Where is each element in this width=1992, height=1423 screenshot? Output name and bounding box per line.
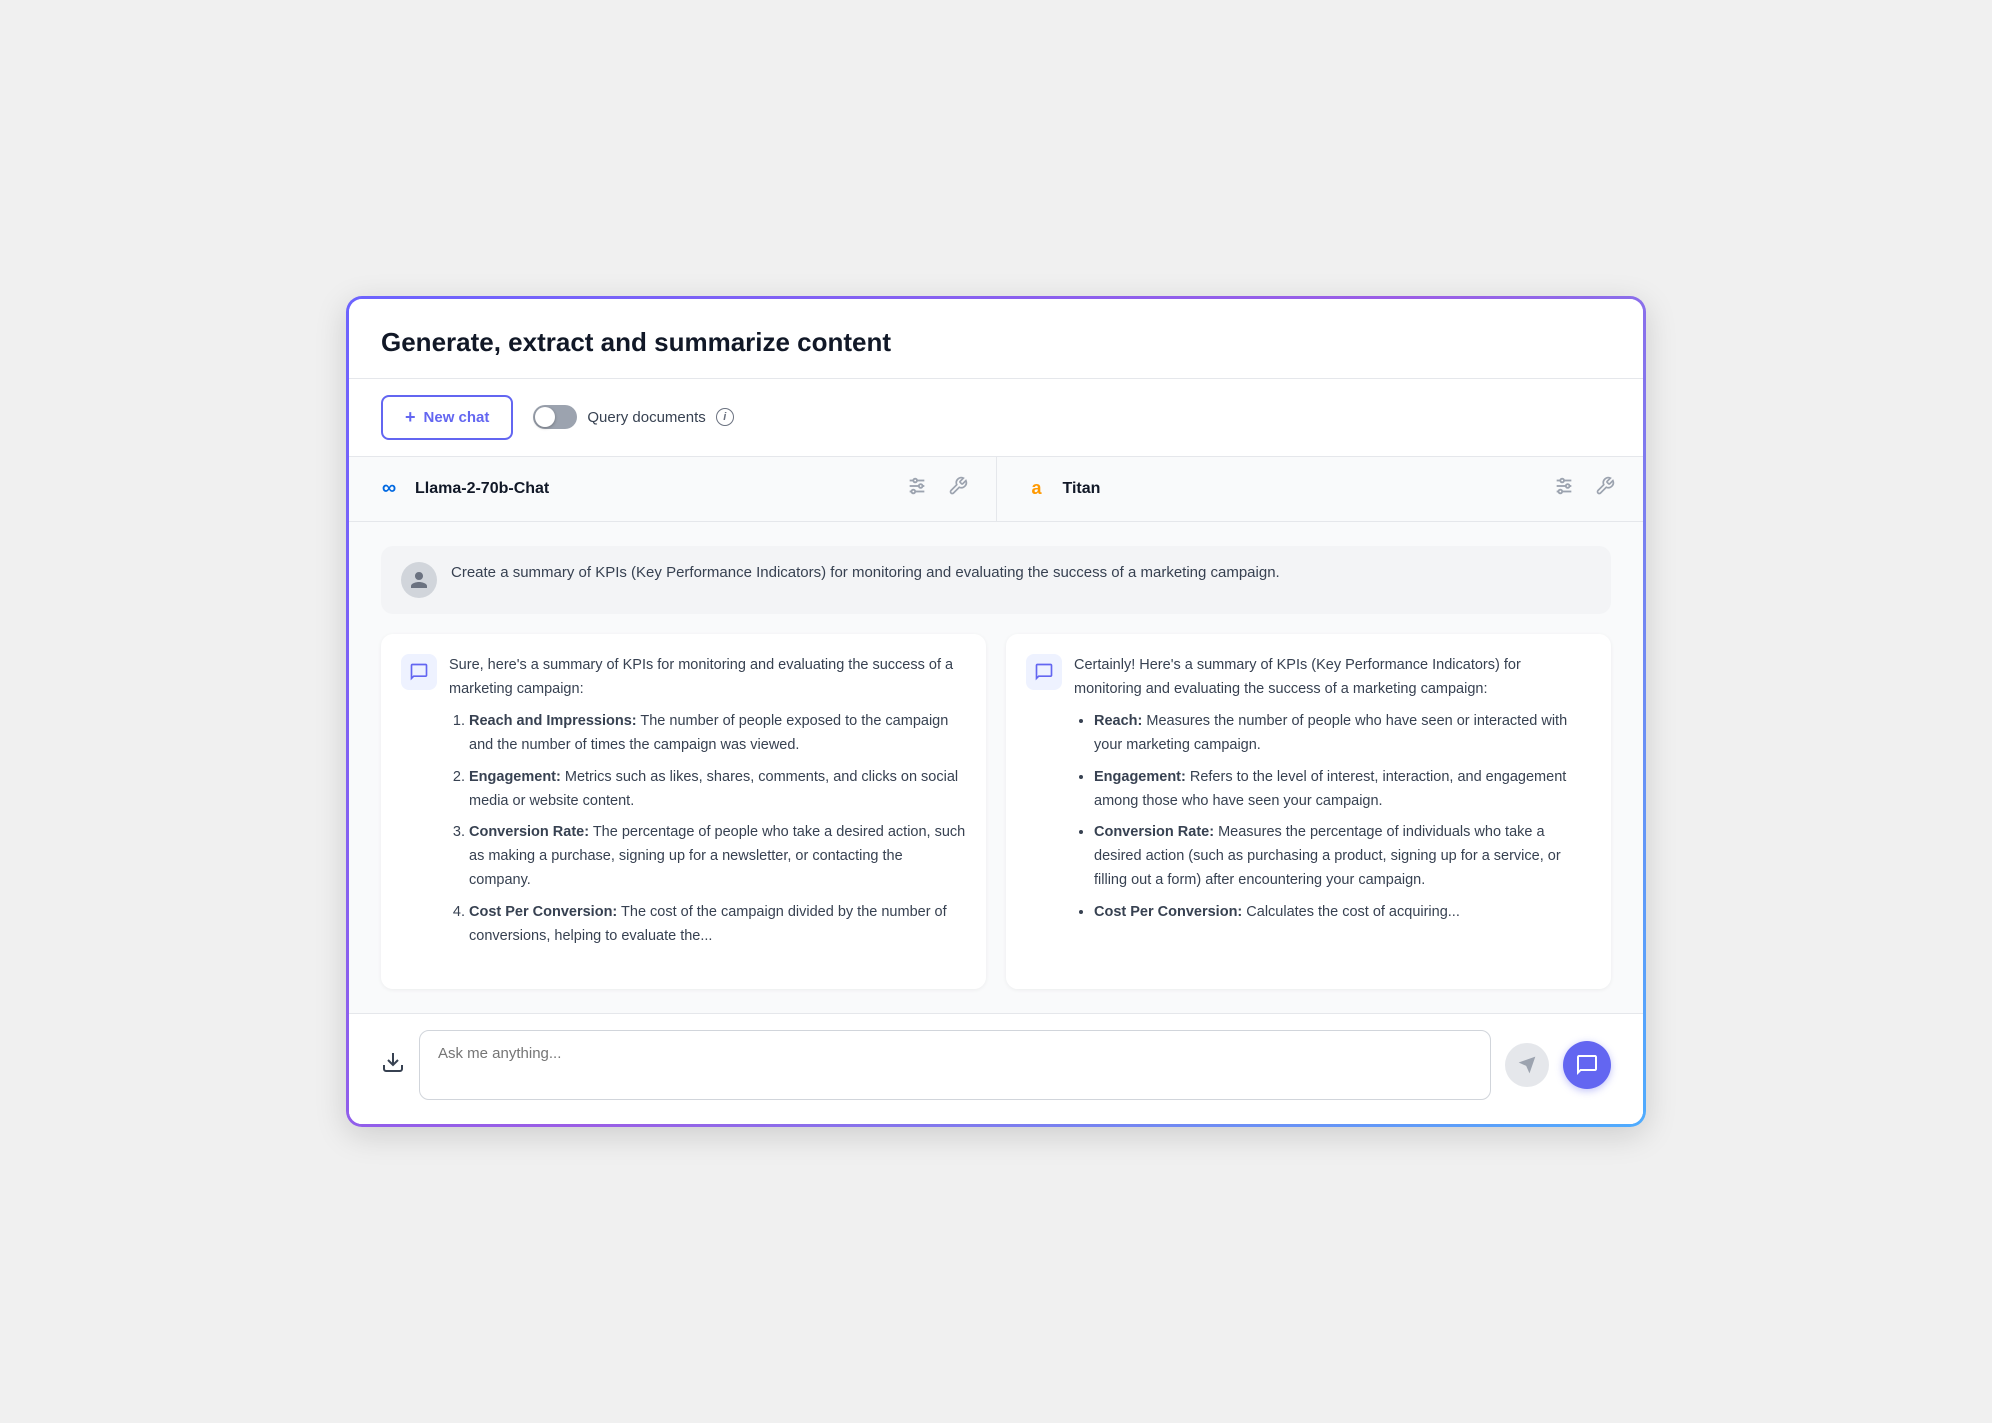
llama-model-actions [902, 471, 972, 507]
plus-icon: + [405, 407, 416, 428]
page-title: Generate, extract and summarize content [381, 327, 1611, 358]
llama-response-list: Reach and Impressions: The number of peo… [449, 710, 966, 949]
query-docs-toggle: Query documents i [533, 405, 733, 429]
titan-response-text: Certainly! Here's a summary of KPIs (Key… [1074, 654, 1591, 933]
list-item: Engagement: Refers to the level of inter… [1094, 766, 1591, 814]
list-item: Conversion Rate: Measures the percentage… [1094, 821, 1591, 893]
titan-intro: Certainly! Here's a summary of KPIs (Key… [1074, 654, 1591, 702]
query-docs-switch[interactable] [533, 405, 577, 429]
toolbar: + New chat Query documents i [349, 379, 1643, 457]
llama-response-card: Sure, here's a summary of KPIs for monit… [381, 634, 986, 989]
chat-fab-button[interactable] [1563, 1041, 1611, 1089]
user-message-text: Create a summary of KPIs (Key Performanc… [451, 562, 1280, 585]
model-tab-titan: a Titan [997, 457, 1644, 521]
new-chat-button[interactable]: + New chat [381, 395, 513, 440]
info-icon[interactable]: i [716, 408, 734, 426]
main-content: Generate, extract and summarize content … [349, 299, 1643, 1124]
llama-response-header: Sure, here's a summary of KPIs for monit… [401, 654, 966, 957]
toggle-knob [535, 407, 555, 427]
list-item: Engagement: Metrics such as likes, share… [469, 766, 966, 814]
list-item: Conversion Rate: The percentage of peopl… [469, 821, 966, 893]
titan-response-header: Certainly! Here's a summary of KPIs (Key… [1026, 654, 1591, 933]
query-docs-label: Query documents [587, 409, 705, 426]
send-button[interactable] [1505, 1043, 1549, 1087]
model-info-titan: a Titan [1021, 473, 1101, 505]
meta-logo-container: ∞ [373, 473, 405, 505]
titan-response-card: Certainly! Here's a summary of KPIs (Key… [1006, 634, 1611, 989]
titan-response-list: Reach: Measures the number of people who… [1074, 710, 1591, 925]
list-item: Reach: Measures the number of people who… [1094, 710, 1591, 758]
input-area [349, 1013, 1643, 1124]
chat-fab-icon [1575, 1053, 1599, 1077]
meta-logo-icon: ∞ [382, 477, 396, 500]
llama-chat-icon [409, 662, 429, 682]
titan-model-actions [1549, 471, 1619, 507]
llama-tune-icon[interactable] [902, 471, 932, 507]
model-info-llama: ∞ Llama-2-70b-Chat [373, 473, 549, 505]
titan-tune-icon[interactable] [1549, 471, 1579, 507]
list-item: Cost Per Conversion: Calculates the cost… [1094, 901, 1591, 925]
list-item: Reach and Impressions: The number of peo… [469, 710, 966, 758]
llama-intro: Sure, here's a summary of KPIs for monit… [449, 654, 966, 702]
chat-input-wrapper[interactable] [419, 1030, 1491, 1100]
llama-model-name: Llama-2-70b-Chat [415, 480, 549, 498]
llama-ai-icon [401, 654, 437, 690]
user-avatar-icon [409, 570, 429, 590]
list-item: Cost Per Conversion: The cost of the cam… [469, 901, 966, 949]
page-header: Generate, extract and summarize content [349, 299, 1643, 379]
new-chat-label: New chat [424, 409, 490, 426]
titan-model-name: Titan [1063, 480, 1101, 498]
download-icon[interactable] [381, 1050, 405, 1080]
chat-input[interactable] [438, 1045, 1472, 1085]
llama-response-text: Sure, here's a summary of KPIs for monit… [449, 654, 966, 957]
app-container: Generate, extract and summarize content … [346, 296, 1646, 1127]
models-bar: ∞ Llama-2-70b-Chat [349, 457, 1643, 522]
titan-ai-icon [1026, 654, 1062, 690]
llama-wrench-icon[interactable] [944, 472, 972, 506]
amazon-logo-icon: a [1031, 478, 1041, 499]
user-message: Create a summary of KPIs (Key Performanc… [381, 546, 1611, 614]
user-avatar [401, 562, 437, 598]
send-icon [1517, 1055, 1537, 1075]
titan-chat-icon [1034, 662, 1054, 682]
responses-grid: Sure, here's a summary of KPIs for monit… [381, 634, 1611, 989]
amazon-logo-container: a [1021, 473, 1053, 505]
chat-area: Create a summary of KPIs (Key Performanc… [349, 522, 1643, 1013]
titan-wrench-icon[interactable] [1591, 472, 1619, 506]
model-tab-llama: ∞ Llama-2-70b-Chat [349, 457, 997, 521]
